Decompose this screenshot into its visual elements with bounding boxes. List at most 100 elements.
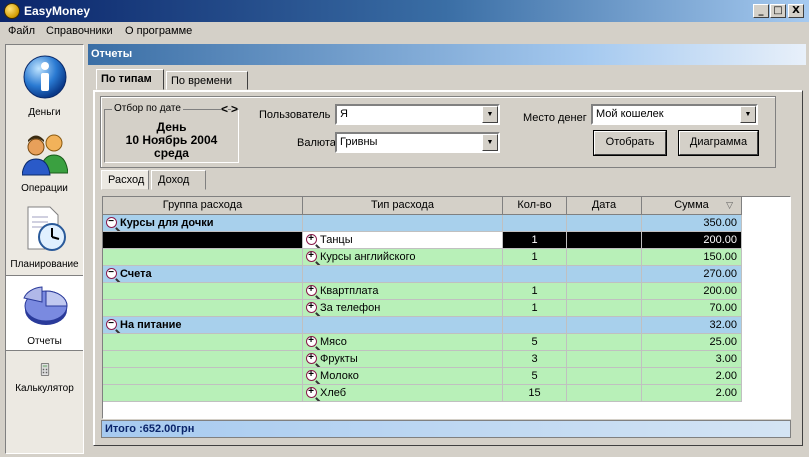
date-prev-button[interactable]: < bbox=[221, 102, 229, 116]
group-type-cell bbox=[303, 215, 503, 232]
currency-select[interactable]: Гривны ▼ bbox=[335, 132, 500, 153]
expand-icon-sign: + bbox=[308, 386, 314, 397]
collapse-icon-sign: − bbox=[108, 216, 114, 227]
minimize-button[interactable]: _ bbox=[753, 4, 769, 18]
date-next-button[interactable]: > bbox=[231, 102, 239, 116]
group-qty-cell bbox=[503, 215, 567, 232]
row-date-cell bbox=[567, 334, 642, 351]
row-sum-cell: 2.00 bbox=[642, 368, 742, 385]
sidebar-item-label: Калькулятор bbox=[15, 383, 74, 394]
row-date-cell bbox=[567, 249, 642, 266]
sidebar-item-money[interactable]: Деньги bbox=[6, 47, 83, 123]
row-group-cell bbox=[103, 300, 303, 317]
expand-icon-sign: + bbox=[308, 352, 314, 363]
menu-references[interactable]: Справочники bbox=[46, 25, 113, 37]
column-header-qty[interactable]: Кол-во bbox=[503, 197, 567, 215]
group-row[interactable]: − На питание 32.00 bbox=[103, 317, 742, 334]
expand-icon-sign: + bbox=[308, 369, 314, 380]
dropdown-arrow-icon[interactable]: ▼ bbox=[482, 106, 498, 123]
subtab-expense[interactable]: Расход bbox=[101, 170, 149, 190]
row-qty-cell: 1 bbox=[503, 232, 567, 249]
row-type: Мясо bbox=[320, 336, 347, 348]
group-sum-cell: 270.00 bbox=[642, 266, 742, 283]
group-name: Счета bbox=[120, 268, 152, 280]
sidebar-item-label: Деньги bbox=[28, 107, 61, 118]
column-header-sum-label: Сумма bbox=[674, 199, 709, 211]
row-type: Танцы bbox=[320, 234, 353, 246]
maximize-button[interactable]: □ bbox=[770, 4, 786, 18]
date-weekday: среда bbox=[154, 146, 189, 160]
row-sum-cell: 70.00 bbox=[642, 300, 742, 317]
table-row[interactable]: + Танцы 1 200.00 bbox=[103, 232, 742, 249]
group-date-cell bbox=[567, 317, 642, 334]
dropdown-arrow-icon[interactable]: ▼ bbox=[482, 134, 498, 151]
table-row[interactable]: + За телефон 1 70.00 bbox=[103, 300, 742, 317]
group-qty-cell bbox=[503, 317, 567, 334]
sidebar-item-label: Операции bbox=[21, 183, 68, 194]
tab-by-type[interactable]: По типам bbox=[96, 69, 164, 90]
sidebar-item-calculator[interactable]: Калькулятор bbox=[6, 351, 83, 427]
table-row[interactable]: + Квартплата 1 200.00 bbox=[103, 283, 742, 300]
column-header-type[interactable]: Тип расхода bbox=[303, 197, 503, 215]
expand-icon[interactable]: + bbox=[306, 250, 317, 262]
tab-by-time[interactable]: По времени bbox=[166, 71, 248, 90]
group-sum-cell: 350.00 bbox=[642, 215, 742, 232]
group-row[interactable]: − Курсы для дочки 350.00 bbox=[103, 215, 742, 232]
row-qty-cell: 3 bbox=[503, 351, 567, 368]
row-sum-cell: 200.00 bbox=[642, 232, 742, 249]
chart-button[interactable]: Диаграмма bbox=[678, 130, 759, 156]
menu-about[interactable]: О программе bbox=[125, 25, 192, 37]
date-value: 10 Ноябрь 2004 bbox=[125, 133, 218, 147]
sidebar-item-reports[interactable]: Отчеты bbox=[6, 275, 83, 351]
dropdown-arrow-icon[interactable]: ▼ bbox=[740, 106, 756, 123]
subtab-income[interactable]: Доход bbox=[151, 170, 206, 190]
group-name-cell: − Счета bbox=[103, 266, 303, 283]
table-row[interactable]: + Хлеб 15 2.00 bbox=[103, 385, 742, 402]
row-type-cell: + Мясо bbox=[303, 334, 503, 351]
group-qty-cell bbox=[503, 266, 567, 283]
row-date-cell bbox=[567, 351, 642, 368]
clock-document-icon bbox=[27, 206, 66, 251]
column-header-group[interactable]: Группа расхода bbox=[103, 197, 303, 215]
expand-icon[interactable]: + bbox=[306, 386, 317, 398]
table-row[interactable]: + Молоко 5 2.00 bbox=[103, 368, 742, 385]
row-type: Курсы английского bbox=[320, 251, 416, 263]
select-button[interactable]: Отобрать bbox=[593, 130, 667, 156]
sidebar-item-label: Отчеты bbox=[27, 336, 62, 347]
menu-file[interactable]: Файл bbox=[8, 25, 35, 37]
expand-icon-sign: + bbox=[308, 233, 314, 244]
user-value: Я bbox=[340, 108, 348, 120]
expand-icon[interactable]: + bbox=[306, 335, 317, 347]
close-button[interactable]: X bbox=[788, 4, 804, 18]
expand-icon[interactable]: + bbox=[306, 233, 317, 245]
sidebar-item-operations[interactable]: Операции bbox=[6, 123, 83, 199]
expand-icon[interactable]: + bbox=[306, 369, 317, 381]
table-row[interactable]: + Курсы английского 1 150.00 bbox=[103, 249, 742, 266]
sidebar-item-planning[interactable]: Планирование bbox=[6, 199, 83, 275]
place-select[interactable]: Мой кошелек ▼ bbox=[591, 104, 758, 125]
group-sum-cell: 32.00 bbox=[642, 317, 742, 334]
row-type-cell: + Танцы bbox=[303, 232, 503, 249]
group-name: Курсы для дочки bbox=[120, 217, 214, 229]
row-type-cell: + За телефон bbox=[303, 300, 503, 317]
column-header-sum[interactable]: Сумма ▽ bbox=[642, 197, 742, 215]
table-row[interactable]: + Фрукты 3 3.00 bbox=[103, 351, 742, 368]
collapse-icon[interactable]: − bbox=[106, 318, 117, 330]
menu-bar: Файл Справочники О программе bbox=[0, 22, 809, 41]
row-type-cell: + Хлеб bbox=[303, 385, 503, 402]
collapse-icon[interactable]: − bbox=[106, 267, 117, 279]
user-select[interactable]: Я ▼ bbox=[335, 104, 500, 125]
panel-title: Отчеты bbox=[91, 48, 133, 60]
table-row[interactable]: + Мясо 5 25.00 bbox=[103, 334, 742, 351]
row-date-cell bbox=[567, 283, 642, 300]
report-grid[interactable]: Группа расхода Тип расхода Кол-во Дата С… bbox=[102, 196, 791, 419]
expand-icon[interactable]: + bbox=[306, 301, 317, 313]
expand-icon[interactable]: + bbox=[306, 284, 317, 296]
group-row[interactable]: − Счета 270.00 bbox=[103, 266, 742, 283]
collapse-icon[interactable]: − bbox=[106, 216, 117, 228]
expand-icon[interactable]: + bbox=[306, 352, 317, 364]
sort-indicator-icon[interactable]: ▽ bbox=[726, 197, 733, 214]
column-header-date[interactable]: Дата bbox=[567, 197, 642, 215]
date-filter: Отбор по дате < > День 10 Ноябрь 2004 ср… bbox=[104, 102, 239, 163]
panel-header: Отчеты bbox=[88, 44, 806, 65]
